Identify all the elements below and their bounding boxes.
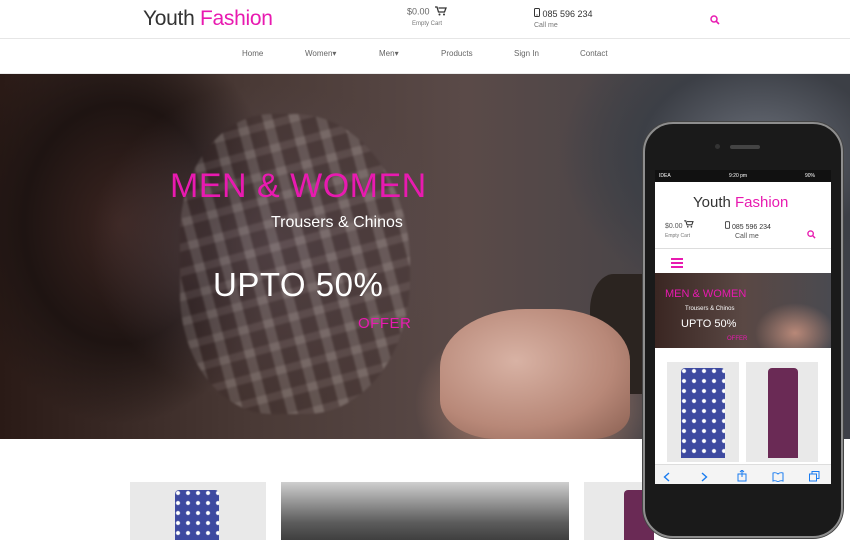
product-image xyxy=(175,490,219,540)
nav-home[interactable]: Home xyxy=(242,49,263,58)
mobile-hero-offer: OFFER xyxy=(727,336,748,342)
status-time: 9:20 pm xyxy=(729,173,748,179)
nav-women-label: Women xyxy=(305,49,333,58)
chevron-right-icon[interactable] xyxy=(701,469,708,484)
browser-toolbar xyxy=(655,464,831,484)
product-card[interactable] xyxy=(130,482,266,540)
mobile-cart-amount: $0.00 xyxy=(665,223,683,230)
caret-down-icon: ▾ xyxy=(394,49,399,58)
hero-promo: UPTO 50% xyxy=(213,266,384,303)
status-battery: 90% xyxy=(805,173,816,179)
mobile-product-card[interactable] xyxy=(746,362,818,462)
product-image xyxy=(768,368,798,458)
phone-speaker xyxy=(730,145,760,149)
phone-camera xyxy=(715,144,720,149)
top-header: Youth Fashion $0.00 Empty Cart 085 596 2… xyxy=(0,0,850,39)
hero-hand-image xyxy=(440,309,630,439)
status-carrier: IDEA xyxy=(659,173,671,179)
phone-number: 085 596 234 xyxy=(542,9,593,19)
header-phone[interactable]: 085 596 234 Call me xyxy=(534,8,593,29)
phone-mockup: IDEA 9:20 pm 90% Youth Fashion $0.00 Emp… xyxy=(643,122,843,538)
mobile-logo-youth: Youth xyxy=(693,194,731,211)
mobile-menu-bar xyxy=(655,248,831,273)
hero-scarf-image xyxy=(180,114,410,414)
mobile-logo[interactable]: Youth Fashion xyxy=(693,194,788,211)
hero-subtitle: Trousers & Chinos xyxy=(271,214,403,231)
caret-down-icon: ▾ xyxy=(332,49,337,58)
nav-men-label: Men xyxy=(379,49,395,58)
share-icon[interactable] xyxy=(737,469,747,484)
store-banner[interactable] xyxy=(281,482,569,540)
mobile-phone-number: 085 596 234 xyxy=(731,224,771,231)
header-cart[interactable]: $0.00 Empty Cart xyxy=(407,6,447,27)
hero-title: MEN & WOMEN xyxy=(170,167,427,205)
chevron-left-icon[interactable] xyxy=(663,469,670,484)
book-icon[interactable] xyxy=(772,469,784,484)
nav-products[interactable]: Products xyxy=(441,49,473,58)
mobile-hero: MEN & WOMEN Trousers & Chinos UPTO 50% O… xyxy=(655,273,831,348)
phone-screen: IDEA 9:20 pm 90% Youth Fashion $0.00 Emp… xyxy=(655,170,831,484)
search-icon[interactable] xyxy=(807,226,816,244)
logo-word-youth: Youth xyxy=(143,7,195,30)
search-icon[interactable] xyxy=(710,12,720,30)
logo-word-fashion: Fashion xyxy=(200,7,273,30)
mobile-phone-label: Call me xyxy=(735,233,759,240)
phone-icon xyxy=(725,221,730,231)
main-nav: Home Women▾ Men▾ Products Sign In Contac… xyxy=(0,39,850,74)
mobile-hero-title: MEN & WOMEN xyxy=(665,288,747,300)
mobile-phone[interactable]: 085 596 234 Call me xyxy=(725,221,771,240)
mobile-hero-subtitle: Trousers & Chinos xyxy=(685,306,735,312)
nav-women[interactable]: Women▾ xyxy=(305,49,336,58)
cart-amount: $0.00 xyxy=(407,6,430,17)
site-logo[interactable]: Youth Fashion xyxy=(143,7,273,31)
cart-icon xyxy=(684,220,695,230)
tabs-icon[interactable] xyxy=(809,469,820,484)
mobile-cart-label: Empty Cart xyxy=(665,233,691,239)
nav-contact[interactable]: Contact xyxy=(580,49,608,58)
nav-men[interactable]: Men▾ xyxy=(379,49,399,58)
hamburger-icon[interactable] xyxy=(671,255,683,273)
product-image xyxy=(681,368,725,458)
cart-icon xyxy=(435,6,447,18)
mobile-product-card[interactable] xyxy=(667,362,739,462)
mobile-status-bar: IDEA 9:20 pm 90% xyxy=(655,170,831,182)
mobile-hero-promo: UPTO 50% xyxy=(681,318,737,330)
mobile-logo-fashion: Fashion xyxy=(735,194,789,211)
cart-label: Empty Cart xyxy=(412,21,443,27)
nav-sign-in[interactable]: Sign In xyxy=(514,49,539,58)
phone-label: Call me xyxy=(534,22,558,29)
mobile-cart[interactable]: $0.00 Empty Cart xyxy=(665,220,695,239)
phone-icon xyxy=(534,8,543,19)
hero-offer: OFFER xyxy=(358,315,412,332)
mobile-products xyxy=(655,348,831,465)
